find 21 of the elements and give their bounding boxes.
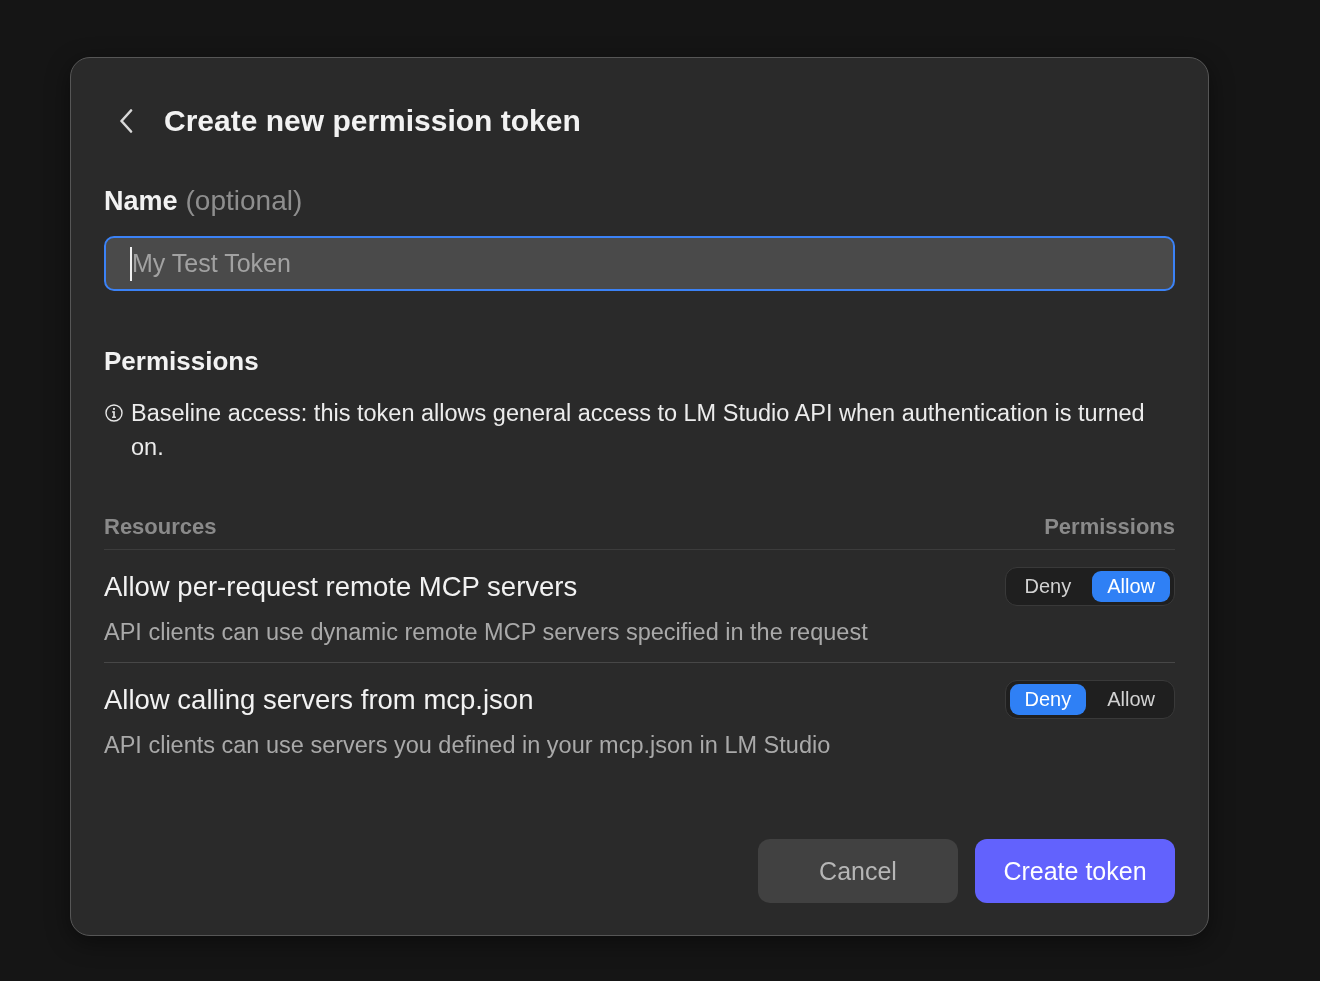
info-text: Baseline access: this token allows general access to LM Studio API when authentication is turned on. bbox=[131, 399, 1146, 462]
name-field[interactable]: My Test Token bbox=[104, 236, 1175, 291]
dialog-title: Create new permission token bbox=[164, 103, 581, 139]
create-button[interactable]: Create token bbox=[975, 839, 1175, 903]
permission-title: Allow calling servers from mcp.json bbox=[104, 682, 534, 717]
toggle-option[interactable]: Allow bbox=[1092, 571, 1170, 602]
section-heading: Permissions bbox=[104, 345, 260, 378]
permission-description: API clients can use dynamic remote MCP servers specified in the request bbox=[104, 618, 869, 647]
permission-description: API clients can use servers you defined in your mcp.json in LM Studio bbox=[104, 731, 832, 760]
toggle-option[interactable]: Deny bbox=[1009, 684, 1087, 715]
field-label: Name bbox=[104, 185, 178, 218]
column-header: Permissions bbox=[1044, 513, 1175, 541]
toggle-option[interactable]: Allow bbox=[1092, 684, 1170, 715]
back-button[interactable] bbox=[119, 109, 133, 133]
permission-title: Allow per-request remote MCP servers bbox=[104, 569, 578, 604]
optional-hint: (optional) bbox=[185, 184, 303, 218]
column-header: Resources bbox=[104, 513, 217, 541]
toggle-option[interactable]: Deny bbox=[1009, 571, 1087, 602]
chevron-left-icon bbox=[119, 109, 133, 133]
cancel-button[interactable]: Cancel bbox=[758, 839, 958, 903]
info-icon bbox=[105, 404, 123, 422]
